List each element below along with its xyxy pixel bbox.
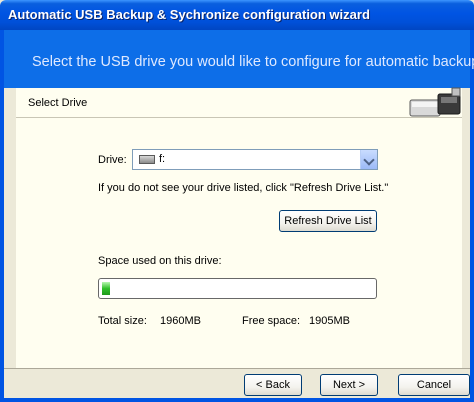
section-title: Select Drive bbox=[28, 97, 88, 109]
drive-select[interactable]: f: bbox=[132, 149, 378, 170]
space-used-label: Space used on this drive: bbox=[98, 255, 222, 267]
drive-select-value: f: bbox=[159, 153, 166, 165]
space-used-progress bbox=[98, 278, 377, 299]
free-space-label: Free space: bbox=[242, 315, 301, 327]
usb-drive-graphic bbox=[409, 87, 461, 117]
window-bottom-border bbox=[0, 398, 474, 402]
free-space-value: 1905MB bbox=[309, 315, 350, 327]
window-title: Automatic USB Backup & Sychronize config… bbox=[8, 7, 370, 22]
cancel-button[interactable]: Cancel bbox=[398, 374, 470, 396]
back-button[interactable]: < Back bbox=[244, 374, 302, 396]
chevron-down-icon[interactable] bbox=[360, 150, 377, 169]
drive-hint: If you do not see your drive listed, cli… bbox=[98, 182, 389, 194]
total-size-value: 1960MB bbox=[160, 315, 201, 327]
progress-fill bbox=[102, 282, 110, 295]
total-size-label: Total size: bbox=[98, 315, 147, 327]
wizard-subtitle: Select the USB drive you would like to c… bbox=[32, 54, 474, 70]
refresh-drive-list-button[interactable]: Refresh Drive List bbox=[279, 210, 377, 232]
title-bar[interactable]: Automatic USB Backup & Sychronize config… bbox=[0, 0, 474, 30]
drive-label: Drive: bbox=[98, 154, 127, 166]
usb-drive-icon bbox=[139, 155, 155, 164]
section-header: Select Drive bbox=[16, 88, 462, 118]
wizard-header: Select the USB drive you would like to c… bbox=[4, 30, 474, 88]
next-button[interactable]: Next > bbox=[320, 374, 378, 396]
